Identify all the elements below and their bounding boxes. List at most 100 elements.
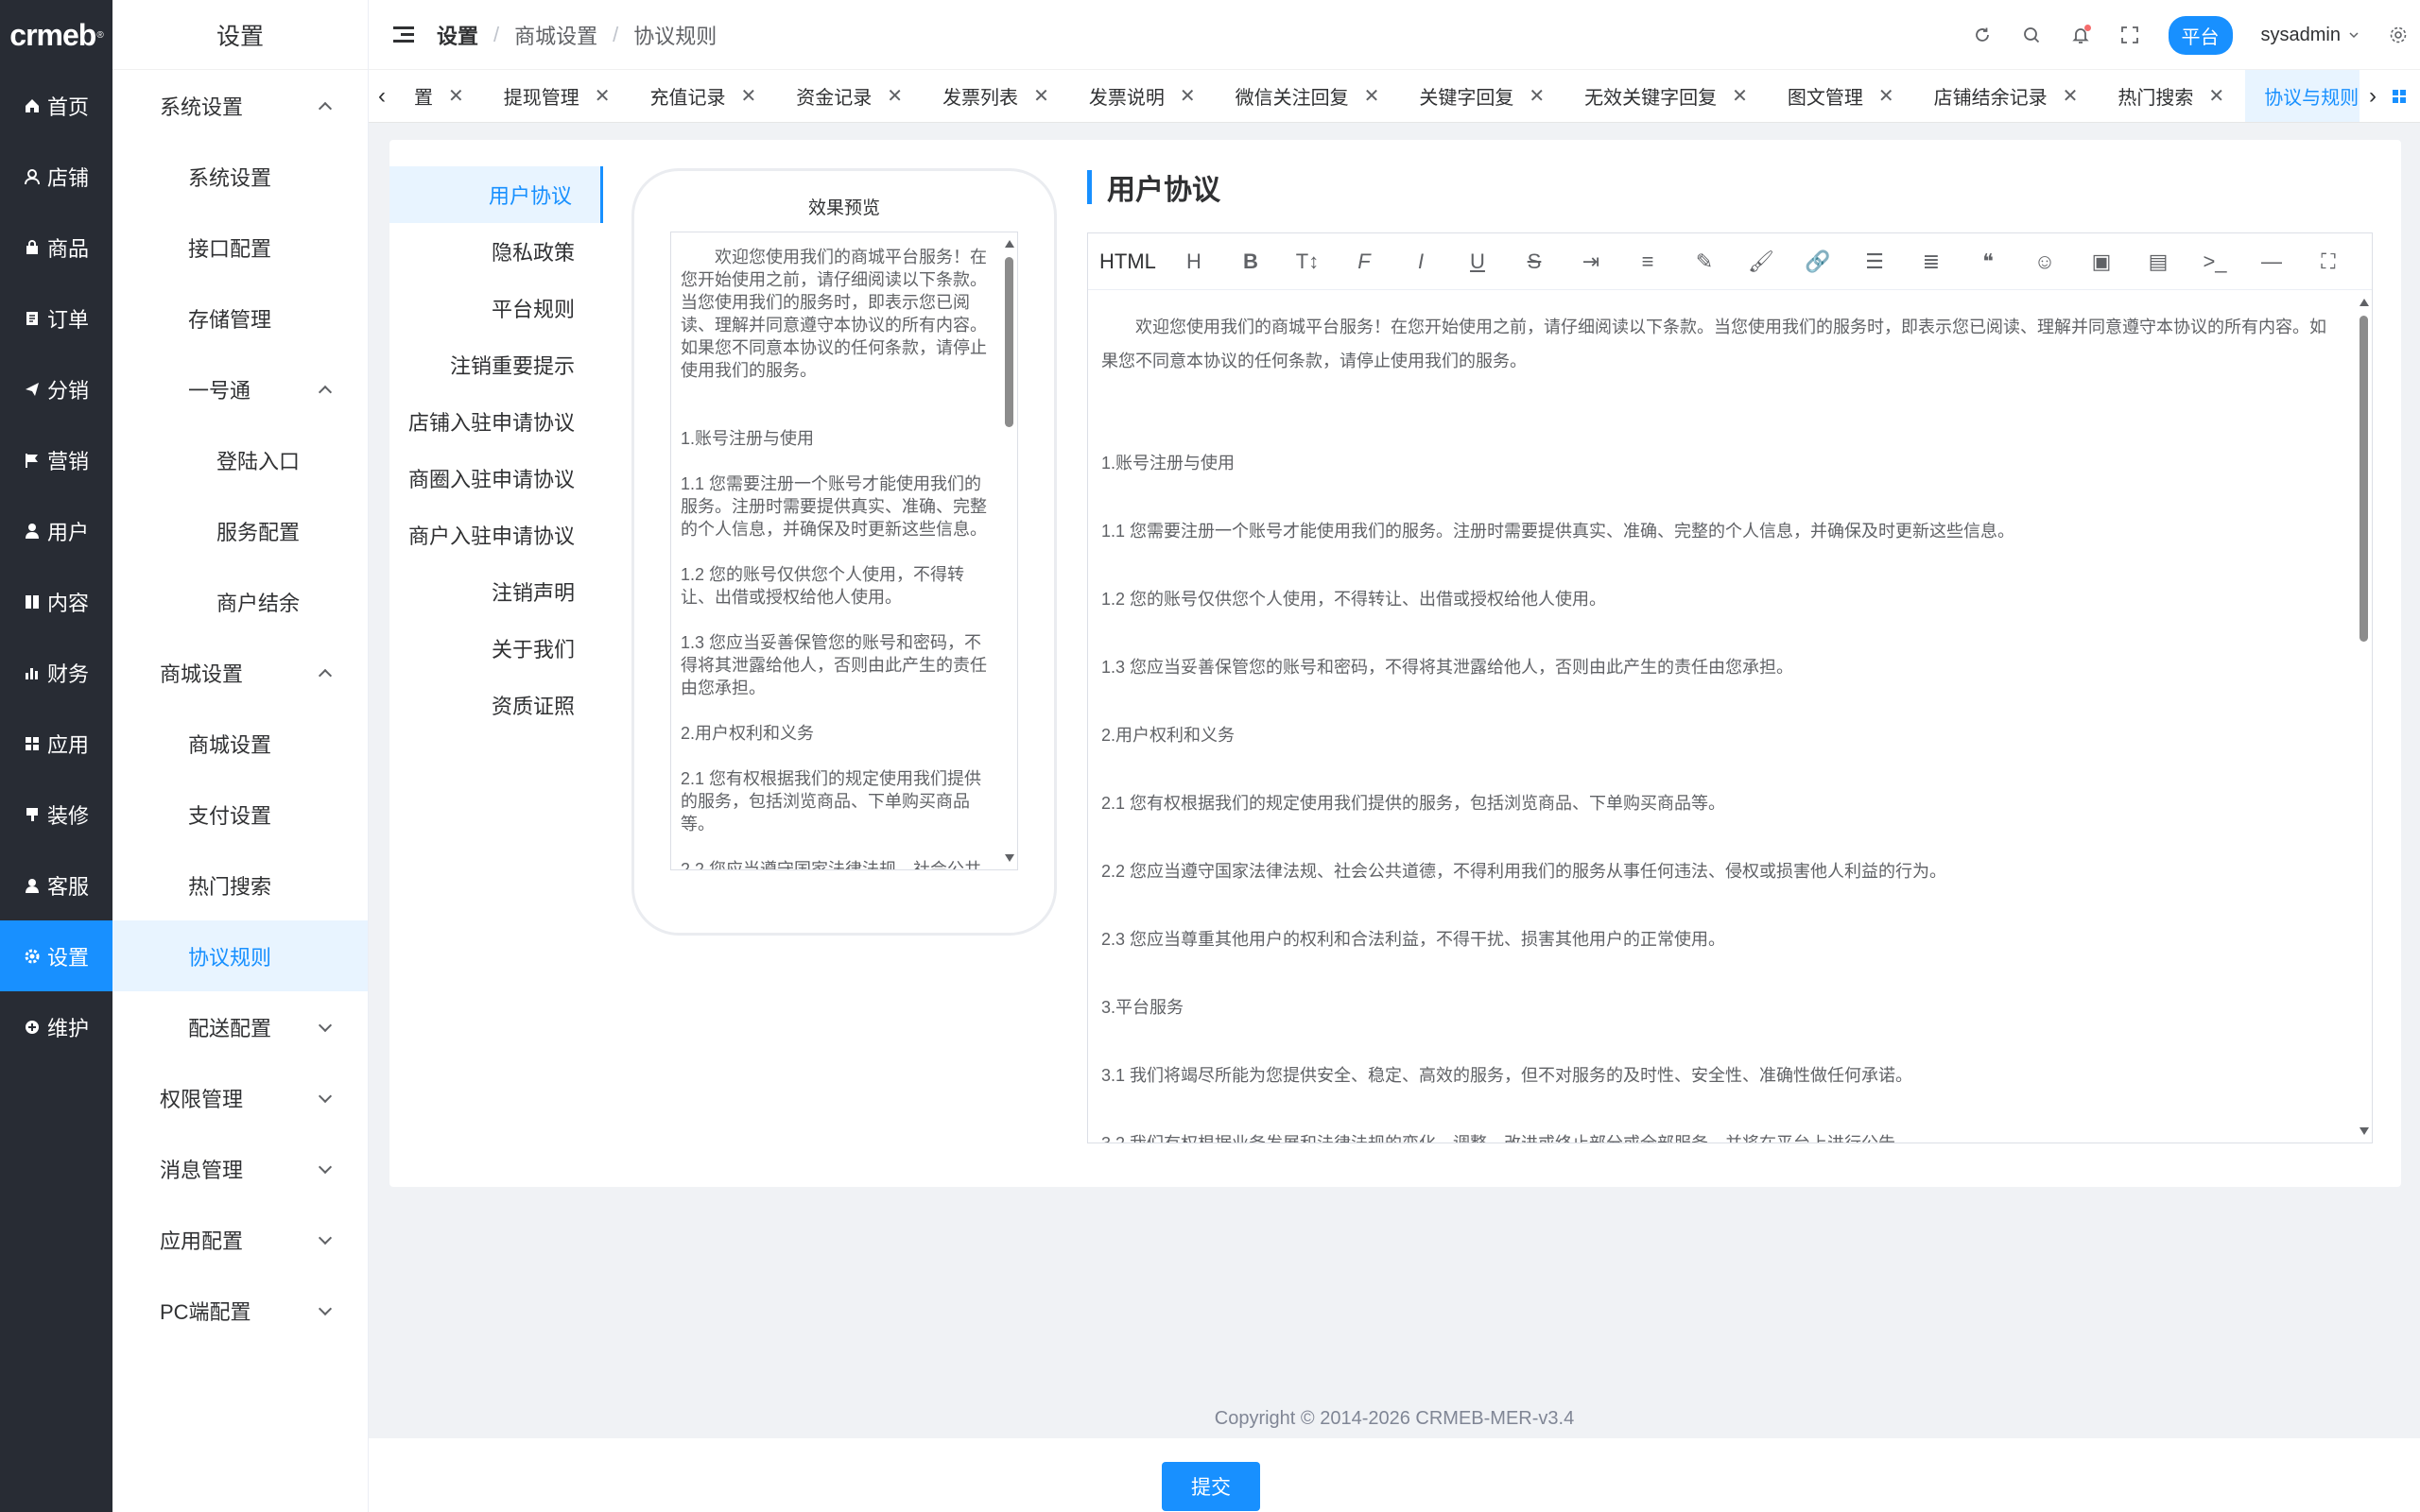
close-icon[interactable]: ✕ [741, 84, 757, 108]
agreement-item[interactable]: 商圈入驻申请协议 [389, 450, 603, 507]
tab[interactable]: 充值记录 ✕ [631, 70, 778, 122]
submit-button[interactable]: 提交 [1162, 1462, 1260, 1511]
tab[interactable]: 资金记录 ✕ [777, 70, 924, 122]
sidebar-item[interactable]: 系统设置 [112, 141, 368, 212]
rail-item-user[interactable]: 用户 [0, 495, 112, 566]
list-icon[interactable]: ☰ [1846, 243, 1903, 281]
close-icon[interactable]: ✕ [1732, 84, 1748, 108]
agreement-item[interactable]: 注销声明 [389, 563, 603, 620]
preview-screen[interactable]: 欢迎您使用我们的商城平台服务！在您开始使用之前，请仔细阅读以下条款。当您使用我们… [670, 232, 1018, 870]
brand-logo[interactable]: crmeb ® [0, 0, 112, 70]
search-icon[interactable] [2021, 25, 2042, 45]
platform-badge[interactable]: 平台 [2168, 15, 2233, 55]
font-family-icon[interactable]: F [1336, 243, 1392, 281]
tab[interactable]: 店铺结余记录 ✕ [1915, 70, 2100, 122]
fullscreen-icon[interactable] [2119, 25, 2140, 45]
underline-icon[interactable]: U [1449, 243, 1506, 281]
line-height-icon[interactable]: ≡ [1619, 243, 1676, 281]
close-icon[interactable]: ✕ [2063, 84, 2079, 108]
close-icon[interactable]: ✕ [1033, 84, 1049, 108]
editor-scrollbar[interactable] [2357, 291, 2370, 1143]
tabs-prev-icon[interactable]: ‹ [369, 83, 395, 110]
agreement-item[interactable]: 注销重要提示 [389, 336, 603, 393]
agreement-item[interactable]: 用户协议 [389, 166, 603, 223]
close-icon[interactable]: ✕ [1529, 84, 1545, 108]
sidebar-item[interactable]: 一号通 [112, 353, 368, 424]
tab[interactable]: 提现管理 ✕ [485, 70, 631, 122]
tab[interactable]: 微信关注回复 ✕ [1217, 70, 1401, 122]
indent-icon[interactable]: ⇥ [1563, 243, 1619, 281]
tab[interactable]: 发票说明 ✕ [1070, 70, 1217, 122]
close-icon[interactable]: ✕ [2208, 84, 2224, 108]
agreement-item[interactable]: 隐私政策 [389, 223, 603, 280]
font-size-icon[interactable]: T↕ [1279, 243, 1336, 281]
italic-icon[interactable]: I [1392, 243, 1449, 281]
editor-content[interactable]: 欢迎您使用我们的商城平台服务！在您开始使用之前，请仔细阅读以下条款。当您使用我们… [1088, 291, 2372, 1143]
rail-item-home[interactable]: 首页 [0, 70, 112, 141]
video-icon[interactable]: ▤ [2130, 243, 2187, 281]
tabs-grid-icon[interactable] [2386, 89, 2412, 104]
tab[interactable]: 协议与规则✕ [2245, 70, 2360, 122]
sidebar-item[interactable]: 商城设置 [112, 637, 368, 708]
agreement-item[interactable]: 资质证照 [389, 677, 603, 733]
rail-item-apps[interactable]: 应用 [0, 708, 112, 779]
tab[interactable]: 图文管理 ✕ [1769, 70, 1915, 122]
quote-icon[interactable]: ❝ [1960, 243, 2016, 281]
emoji-icon[interactable]: ☺ [2016, 243, 2073, 281]
agreement-item[interactable]: 关于我们 [389, 620, 603, 677]
sidebar-item[interactable]: 协议规则 [112, 920, 368, 991]
sidebar-item[interactable]: 权限管理 [112, 1062, 368, 1133]
rail-item-order[interactable]: 订单 [0, 283, 112, 353]
tab[interactable]: 关键字回复 ✕ [1400, 70, 1565, 122]
menu-toggle-icon[interactable] [393, 26, 414, 43]
font-color-icon[interactable]: ✎ [1676, 243, 1733, 281]
sidebar-item[interactable]: 消息管理 [112, 1133, 368, 1204]
user-menu[interactable]: sysadmin [2261, 25, 2360, 46]
tabs-next-icon[interactable]: › [2360, 83, 2386, 110]
sidebar-item[interactable]: 接口配置 [112, 212, 368, 283]
heading-icon[interactable]: H [1166, 243, 1222, 281]
sidebar-item[interactable]: 热门搜索 [112, 850, 368, 920]
rail-item-decorate[interactable]: 装修 [0, 779, 112, 850]
refresh-icon[interactable] [1972, 25, 1993, 45]
sidebar-item[interactable]: 存储管理 [112, 283, 368, 353]
agreement-item[interactable]: 平台规则 [389, 280, 603, 336]
sidebar-item[interactable]: 商户结余 [112, 566, 368, 637]
sidebar-item[interactable]: 登陆入口 [112, 424, 368, 495]
close-icon[interactable]: ✕ [1364, 84, 1380, 108]
close-icon[interactable]: ✕ [887, 84, 903, 108]
sidebar-item[interactable]: 商城设置 [112, 708, 368, 779]
tab[interactable]: 热门搜索 ✕ [2099, 70, 2245, 122]
link-icon[interactable]: 🔗 [1789, 243, 1846, 281]
strikethrough-icon[interactable]: S [1506, 243, 1563, 281]
sidebar-item[interactable]: 服务配置 [112, 495, 368, 566]
sidebar-item[interactable]: 系统设置 [112, 70, 368, 141]
divider-icon[interactable]: — [2243, 243, 2300, 281]
close-icon[interactable]: ✕ [1180, 84, 1196, 108]
settings-gear-icon[interactable] [2388, 25, 2409, 45]
rail-item-distribution[interactable]: 分销 [0, 353, 112, 424]
rail-item-finance[interactable]: 财务 [0, 637, 112, 708]
sidebar-item[interactable]: 配送配置 [112, 991, 368, 1062]
code-icon[interactable]: >_ [2187, 243, 2243, 281]
rail-item-marketing[interactable]: 营销 [0, 424, 112, 495]
tab[interactable]: 无效关键字回复 ✕ [1565, 70, 1769, 122]
bold-icon[interactable]: B [1222, 243, 1279, 281]
breadcrumb-item[interactable]: 商城设置 [514, 20, 597, 50]
rail-item-goods[interactable]: 商品 [0, 212, 112, 283]
sidebar-item[interactable]: 支付设置 [112, 779, 368, 850]
fullscreen-icon[interactable]: ⛶ [2300, 243, 2357, 281]
sidebar-item[interactable]: PC端配置 [112, 1275, 368, 1346]
agreement-item[interactable]: 商户入驻申请协议 [389, 507, 603, 563]
agreement-item[interactable]: 店铺入驻申请协议 [389, 393, 603, 450]
rail-item-service[interactable]: 客服 [0, 850, 112, 920]
close-icon[interactable]: ✕ [595, 84, 611, 108]
background-color-icon[interactable]: 🖌 [1733, 243, 1789, 281]
rail-item-store[interactable]: 店铺 [0, 141, 112, 212]
sidebar-item[interactable]: 应用配置 [112, 1204, 368, 1275]
bell-icon[interactable] [2070, 25, 2091, 45]
html-mode-button[interactable]: HTML [1099, 243, 1166, 281]
image-icon[interactable]: ▣ [2073, 243, 2130, 281]
close-icon[interactable]: ✕ [1878, 84, 1894, 108]
tab[interactable]: 置 ✕ [395, 70, 485, 122]
